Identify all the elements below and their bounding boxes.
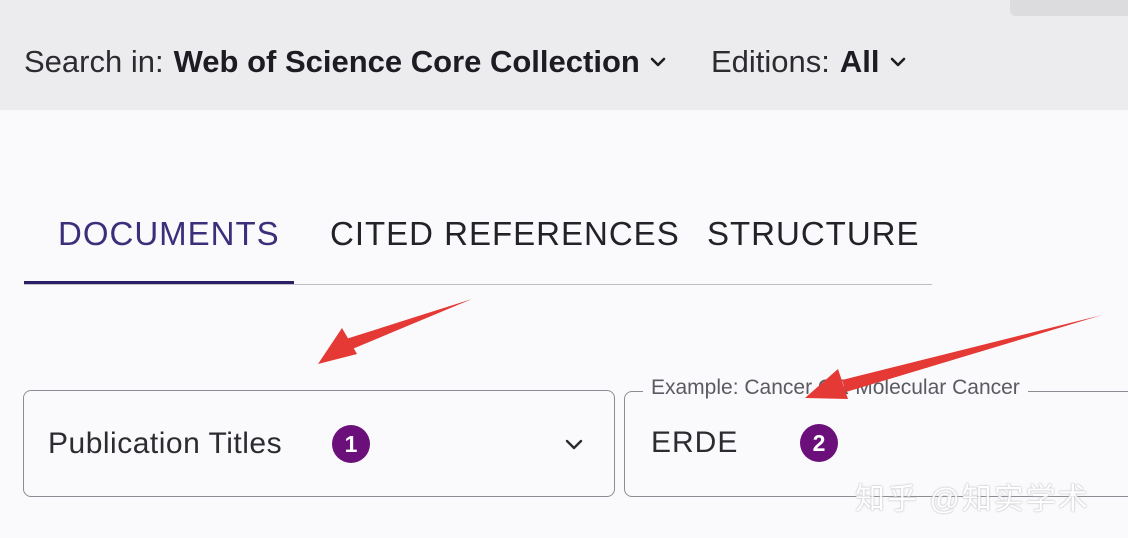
chevron-down-icon[interactable] — [648, 52, 668, 72]
chevron-down-icon[interactable] — [888, 52, 908, 72]
tab-cited-references[interactable]: CITED REFERENCES — [330, 210, 680, 284]
tab-cited-references-label: CITED REFERENCES — [330, 215, 680, 252]
search-scope-bar: Search in: Web of Science Core Collectio… — [0, 0, 1128, 110]
field-type-value: Publication Titles — [48, 427, 283, 460]
field-type-dropdown[interactable]: Publication Titles 1 — [23, 390, 615, 497]
editions-value[interactable]: All — [840, 44, 880, 80]
tab-structure[interactable]: STRUCTURE — [707, 210, 920, 284]
editions-label: Editions: — [711, 44, 830, 79]
top-right-corner — [1010, 0, 1128, 16]
watermark: 知乎 @知实学术 — [855, 483, 1090, 516]
search-query-input[interactable]: ERDE — [651, 426, 738, 460]
chevron-down-icon[interactable] — [564, 437, 584, 453]
tab-documents-label: DOCUMENTS — [58, 215, 280, 252]
editions-selector[interactable]: Editions: All — [711, 44, 908, 80]
search-in-label: Search in: — [24, 44, 164, 79]
query-placeholder: Example: Cancer OR Molecular Cancer — [643, 376, 1028, 400]
tab-structure-label: STRUCTURE — [707, 215, 920, 252]
step-badge-1: 1 — [332, 425, 370, 463]
annotation-arrow — [318, 299, 472, 364]
collection-selector[interactable]: Search in: Web of Science Core Collectio… — [24, 44, 668, 80]
search-type-tabs: DOCUMENTS CITED REFERENCES STRUCTURE — [24, 210, 932, 285]
step-badge-2: 2 — [800, 424, 838, 462]
collection-value[interactable]: Web of Science Core Collection — [174, 44, 640, 80]
tab-documents[interactable]: DOCUMENTS — [24, 210, 294, 284]
